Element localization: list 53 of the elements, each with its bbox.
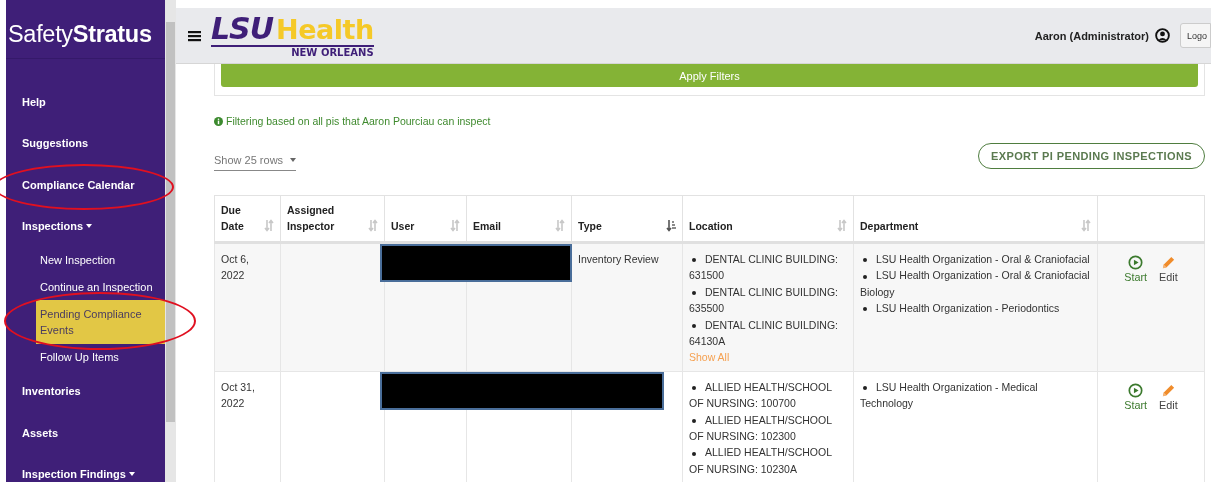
nav-item[interactable]: Help bbox=[6, 81, 165, 123]
filter-note: Filtering based on all pis that Aaron Pourciau can inspect bbox=[226, 115, 491, 127]
user-icon[interactable] bbox=[1154, 28, 1170, 43]
nav-item[interactable]: Inventories bbox=[6, 370, 165, 412]
edit-button[interactable]: Edit bbox=[1159, 255, 1178, 283]
play-icon bbox=[1128, 382, 1144, 398]
caret-icon bbox=[128, 472, 135, 477]
sort-icon[interactable] bbox=[837, 219, 847, 232]
nav-item[interactable]: Compliance Calendar bbox=[6, 164, 165, 206]
sort-icon[interactable] bbox=[450, 219, 460, 232]
caret-icon bbox=[86, 224, 93, 229]
menu-icon[interactable] bbox=[188, 29, 201, 42]
logout-button[interactable]: Logo bbox=[1179, 23, 1211, 48]
page-size-dropdown[interactable]: Show 25 rows bbox=[214, 154, 297, 171]
export-button[interactable]: EXPORT PI PENDING INSPECTIONS bbox=[977, 143, 1205, 169]
nav-subitem[interactable]: New Inspection bbox=[36, 247, 165, 274]
sort-icon[interactable] bbox=[368, 219, 378, 232]
org-logo: LSUHealth NEW ORLEANS bbox=[211, 13, 374, 58]
location-text: DENTAL CLINIC BUILDING: 64130A bbox=[689, 317, 840, 350]
department-text: LSU Health Organization - Oral & Craniofacial bbox=[860, 251, 1091, 268]
start-button[interactable]: Start bbox=[1124, 382, 1148, 411]
nav-subitem[interactable]: Pending Compliance Events bbox=[36, 300, 165, 344]
nav-item[interactable]: Inspection Findings bbox=[6, 453, 165, 482]
department-text: LSU Health Organization - Medical Technology bbox=[860, 379, 1039, 412]
location-text: ALLIED HEALTH/SCHOOL OF NURSING: 102300 bbox=[689, 412, 833, 445]
nav-item[interactable]: Inspections bbox=[6, 205, 165, 247]
date-cell: Oct 31, 2022 bbox=[221, 380, 255, 410]
info-icon bbox=[214, 116, 223, 126]
scrollbar-thumb[interactable] bbox=[166, 22, 175, 422]
location-text: ALLIED HEALTH/SCHOOL OF NURSING: 100700 bbox=[689, 379, 833, 412]
nav-item[interactable]: Assets bbox=[6, 412, 165, 454]
nav-subitem[interactable]: Continue an Inspection bbox=[36, 273, 165, 300]
location-text: ALLIED HEALTH/SCHOOL OF NURSING: 10230A bbox=[689, 445, 833, 477]
department-text: LSU Health Organization - Oral & Craniofacial Biology bbox=[860, 268, 1091, 300]
date-cell: Oct 6, 2022 bbox=[221, 253, 249, 282]
edit-button[interactable]: Edit bbox=[1159, 382, 1178, 411]
play-icon bbox=[1128, 255, 1144, 270]
location-text: DENTAL CLINIC BUILDING: 635500 bbox=[689, 284, 840, 317]
scrollbar[interactable] bbox=[165, 0, 176, 482]
caret-icon bbox=[290, 158, 297, 162]
pencil-icon bbox=[1160, 382, 1176, 398]
sort-icon[interactable] bbox=[264, 219, 274, 232]
location-text: DENTAL CLINIC BUILDING: 631500 bbox=[689, 252, 840, 284]
department-text: LSU Health Organization - Periodontics bbox=[860, 300, 1091, 317]
nav-item[interactable]: Suggestions bbox=[6, 122, 165, 164]
sort-icon[interactable] bbox=[1081, 219, 1091, 232]
sort-icon[interactable] bbox=[555, 219, 565, 232]
pencil-icon bbox=[1160, 255, 1176, 270]
sort-ascending-icon[interactable] bbox=[666, 219, 676, 232]
type-cell: Inventory Review bbox=[578, 253, 659, 265]
start-button[interactable]: Start bbox=[1124, 255, 1148, 283]
nav-subitem[interactable]: Follow Up Items bbox=[36, 344, 165, 371]
user-name: Aaron (Administrator) bbox=[1034, 29, 1149, 42]
